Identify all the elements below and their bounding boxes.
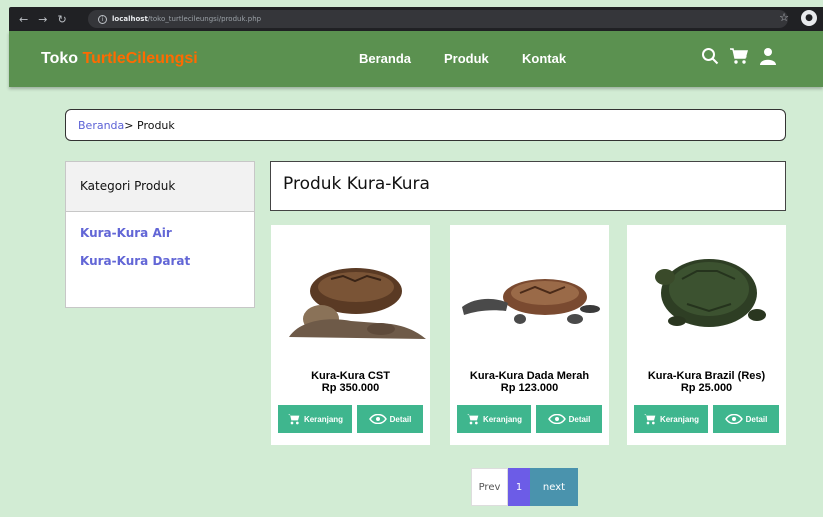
product-image-turtle[interactable] [627,249,786,344]
product-image-turtle[interactable] [450,249,609,344]
sidebar-title: Kategori Produk [66,162,254,212]
profile-icon[interactable]: ● [801,10,817,26]
breadcrumb-home[interactable]: Beranda [78,119,124,132]
header-icons [701,47,777,65]
product-card: Kura-Kura Dada Merah Rp 123.000 Keranjan… [450,225,609,445]
eye-icon [547,414,566,424]
pagination-current-page[interactable]: 1 [508,468,530,506]
brand-accent: TurtleCileungsi [82,50,198,67]
detail-button-label: Detail [568,414,591,424]
detail-button-label: Detail [389,414,412,424]
product-card: Kura-Kura Brazil (Res) Rp 25.000 Keranja… [627,225,786,445]
product-name: Kura-Kura Brazil (Res) [647,370,766,382]
detail-button[interactable]: Detail [536,405,602,433]
nav-kontak[interactable]: Kontak [522,51,566,66]
url-path: /toko_turtlecileungsi/produk.php [147,15,262,23]
site-info-icon[interactable]: i [98,14,107,24]
reload-icon[interactable]: ↻ [57,13,66,26]
back-arrow-icon[interactable]: ← [19,13,28,26]
eye-icon [368,414,387,424]
cart-icon [643,414,656,425]
address-bar[interactable]: i localhost/toko_turtlecileungsi/produk.… [88,10,788,28]
nav-produk[interactable]: Produk [444,51,522,66]
forward-arrow-icon[interactable]: → [38,13,47,26]
brand-main: Toko [41,50,83,67]
pagination-next[interactable]: next [530,468,578,506]
detail-button-label: Detail [745,414,768,424]
nav-beranda[interactable]: Beranda [359,51,444,66]
search-icon[interactable] [701,47,719,65]
cart-button-label: Keranjang [659,414,700,424]
site-logo[interactable]: Toko TurtleCileungsi [41,50,198,68]
product-price: Rp 350.000 [321,382,380,394]
breadcrumb: Beranda> Produk [65,109,786,141]
detail-button[interactable]: Detail [357,405,423,433]
add-to-cart-button[interactable]: Keranjang [278,405,352,433]
site-header: Toko TurtleCileungsi Beranda Produk Kont… [9,31,823,87]
cart-button-label: Keranjang [482,414,523,424]
category-sidebar: Kategori Produk Kura-Kura Air Kura-Kura … [65,161,255,308]
eye-icon [724,414,743,424]
cart-button-label: Keranjang [303,414,344,424]
main-nav: Beranda Produk Kontak [359,51,566,66]
product-price: Rp 25.000 [680,382,733,394]
breadcrumb-separator: > [124,119,137,132]
cart-icon[interactable] [729,47,749,65]
product-name: Kura-Kura Dada Merah [469,370,590,382]
detail-button[interactable]: Detail [713,405,779,433]
sidebar-item-kura-kura-air[interactable]: Kura-Kura Air [66,226,254,240]
sidebar-item-kura-kura-darat[interactable]: Kura-Kura Darat [66,254,254,268]
add-to-cart-button[interactable]: Keranjang [634,405,708,433]
breadcrumb-current: Produk [137,119,175,132]
product-price: Rp 123.000 [500,382,559,394]
url-host: localhost [112,15,148,23]
product-name: Kura-Kura CST [311,370,390,382]
pagination-prev[interactable]: Prev [471,468,508,506]
product-card: Kura-Kura CST Rp 350.000 Keranjang Detai… [271,225,430,445]
product-image-turtle[interactable] [271,249,430,344]
cart-icon [466,414,479,425]
pagination: Prev 1 next [471,468,578,506]
page-title: Produk Kura-Kura [270,161,786,211]
add-to-cart-button[interactable]: Keranjang [457,405,531,433]
cart-icon [287,414,300,425]
user-icon[interactable] [759,47,777,65]
browser-nav: ← → ↻ [9,13,89,26]
browser-toolbar: ← → ↻ i localhost/toko_turtlecileungsi/p… [9,7,823,31]
bookmark-star-icon[interactable]: ☆ [779,11,789,24]
